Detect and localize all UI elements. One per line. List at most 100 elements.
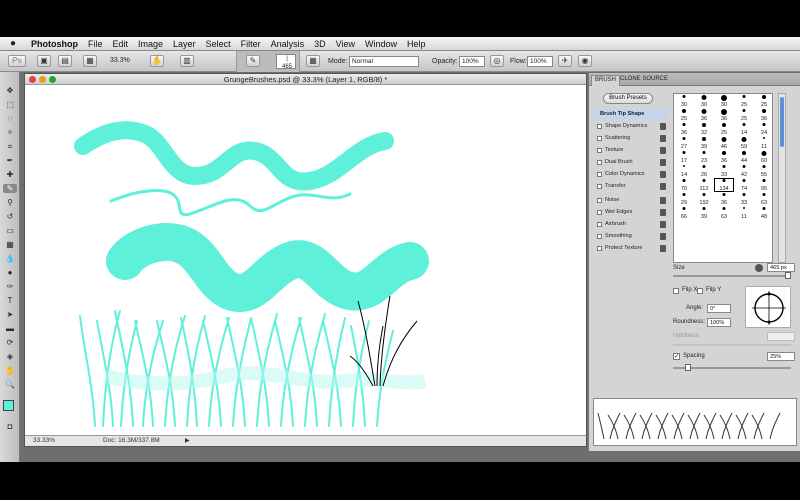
brush-tip[interactable]: 29 xyxy=(674,192,694,206)
opacity-input[interactable]: 100% xyxy=(459,56,485,67)
canvas[interactable] xyxy=(25,86,586,436)
brush-tip[interactable]: 36 xyxy=(754,108,774,122)
option-shape-dynamics[interactable]: Shape Dynamics xyxy=(594,121,668,132)
size-slider-handle[interactable] xyxy=(785,272,791,279)
option-dual-brush[interactable]: Dual Brush xyxy=(594,157,668,168)
lock-icon[interactable] xyxy=(660,183,666,190)
brush-tip[interactable]: 36 xyxy=(714,192,734,206)
status-menu-arrow-icon[interactable]: ▶ xyxy=(185,436,190,446)
option-checkbox[interactable] xyxy=(597,234,602,239)
size-input[interactable]: 465 px xyxy=(767,263,795,272)
brush-tip[interactable]: 63 xyxy=(714,206,734,220)
option-checkbox[interactable] xyxy=(597,136,602,141)
brush-tip[interactable]: 36 xyxy=(714,150,734,164)
lock-icon[interactable] xyxy=(660,209,666,216)
document-title-bar[interactable]: GrungeBrushes.psd @ 33.3% (Layer 1, RGB/… xyxy=(25,74,586,85)
option-checkbox[interactable] xyxy=(597,246,602,251)
lock-icon[interactable] xyxy=(660,159,666,166)
roundness-input[interactable]: 100% xyxy=(707,318,731,327)
brush-tool-icon[interactable]: ✎ xyxy=(246,55,260,67)
option-transfer[interactable]: Transfer xyxy=(594,181,668,192)
healing-tool-icon[interactable]: ✚ xyxy=(3,170,17,179)
brush-tip[interactable]: 48 xyxy=(754,206,774,220)
arrange-icon[interactable]: ▥ xyxy=(180,55,194,67)
brush-tip[interactable]: 14 xyxy=(674,164,694,178)
angle-input[interactable]: 0° xyxy=(707,304,731,313)
menu-photoshop[interactable]: Photoshop xyxy=(26,39,83,49)
option-checkbox[interactable] xyxy=(597,184,602,189)
pen-tool-icon[interactable]: ✑ xyxy=(3,282,17,291)
3d-rotate-tool-icon[interactable]: ⟳ xyxy=(3,338,17,347)
history-brush-tool-icon[interactable]: ↺ xyxy=(3,212,17,221)
foreground-color-swatch[interactable] xyxy=(3,400,14,411)
status-zoom[interactable]: 33.33% xyxy=(33,436,55,446)
eraser-tool-icon[interactable]: ▭ xyxy=(3,226,17,235)
brush-tip[interactable]: 30 xyxy=(714,94,734,108)
flip-y-checkbox[interactable] xyxy=(697,288,703,294)
menu-edit[interactable]: Edit xyxy=(108,39,134,49)
option-checkbox[interactable] xyxy=(597,160,602,165)
brush-tip[interactable]: 27 xyxy=(674,136,694,150)
brush-tip[interactable]: 36 xyxy=(714,108,734,122)
spacing-input[interactable]: 25% xyxy=(767,352,795,361)
menu-file[interactable]: File xyxy=(83,39,108,49)
lock-icon[interactable] xyxy=(660,171,666,178)
brush-tip[interactable]: 24 xyxy=(754,122,774,136)
brush-tip[interactable]: 23 xyxy=(694,150,714,164)
view-extras-icon[interactable]: ▦ xyxy=(83,55,97,67)
dodge-tool-icon[interactable]: ● xyxy=(3,268,17,277)
quick-select-tool-icon[interactable]: ✧ xyxy=(3,128,17,137)
gradient-tool-icon[interactable]: ▦ xyxy=(3,240,17,249)
lock-icon[interactable] xyxy=(660,135,666,142)
brush-tip[interactable]: 25 xyxy=(754,94,774,108)
option-airbrush[interactable]: Airbrush xyxy=(594,219,668,230)
option-scattering[interactable]: Scattering xyxy=(594,133,668,144)
brush-tip[interactable]: 30 xyxy=(694,94,714,108)
lasso-tool-icon[interactable]: ◌ xyxy=(3,114,17,123)
quick-mask-icon[interactable]: ◘ xyxy=(3,422,17,431)
option-checkbox[interactable] xyxy=(597,222,602,227)
flip-x-checkbox[interactable] xyxy=(673,288,679,294)
brush-tip[interactable]: 46 xyxy=(714,136,734,150)
path-select-tool-icon[interactable]: ➤ xyxy=(3,310,17,319)
reset-size-icon[interactable] xyxy=(755,264,763,272)
opacity-pressure-icon[interactable]: ◎ xyxy=(490,55,504,67)
option-protect-texture[interactable]: Protect Texture xyxy=(594,243,668,254)
brush-tip[interactable]: 134 xyxy=(714,178,734,192)
option-checkbox[interactable] xyxy=(597,198,602,203)
brush-tip[interactable]: 11 xyxy=(734,206,754,220)
crop-tool-icon[interactable]: ⌗ xyxy=(3,142,17,151)
brush-tip[interactable]: 30 xyxy=(674,94,694,108)
airbrush-icon[interactable]: ✈ xyxy=(558,55,572,67)
lock-icon[interactable] xyxy=(660,147,666,154)
tab-brush[interactable]: BRUSH xyxy=(591,75,621,86)
bridge-icon[interactable]: ▣ xyxy=(37,55,51,67)
brush-tool-icon-active[interactable]: ✎ xyxy=(3,184,17,193)
option-checkbox[interactable] xyxy=(597,124,602,129)
brush-tip[interactable]: 25 xyxy=(714,122,734,136)
mode-select[interactable]: Normal xyxy=(349,56,419,67)
spacing-slider-handle[interactable] xyxy=(685,364,691,371)
clone-stamp-tool-icon[interactable]: ⚲ xyxy=(3,198,17,207)
tip-grid-scrollbar[interactable] xyxy=(778,93,786,263)
option-wet-edges[interactable]: Wet Edges xyxy=(594,207,668,218)
lock-icon[interactable] xyxy=(660,233,666,240)
hand-icon[interactable]: ✋ xyxy=(150,55,164,67)
close-window-button[interactable] xyxy=(29,76,36,83)
brush-tip[interactable]: 192 xyxy=(694,192,714,206)
eyedropper-tool-icon[interactable]: ✒ xyxy=(3,156,17,165)
blur-tool-icon[interactable]: 💧 xyxy=(3,254,17,263)
option-texture[interactable]: Texture xyxy=(594,145,668,156)
menu-analysis[interactable]: Analysis xyxy=(266,39,310,49)
3d-camera-tool-icon[interactable]: ◈ xyxy=(3,352,17,361)
size-slider-track[interactable] xyxy=(673,275,791,277)
lock-icon[interactable] xyxy=(660,245,666,252)
brush-tip[interactable]: 39 xyxy=(694,136,714,150)
brush-tip[interactable]: 55 xyxy=(754,164,774,178)
brush-tip[interactable]: 26 xyxy=(694,164,714,178)
brush-tip[interactable]: 74 xyxy=(734,178,754,192)
marquee-tool-icon[interactable]: ⬚ xyxy=(3,100,17,109)
brush-tip[interactable]: 39 xyxy=(694,206,714,220)
option-checkbox[interactable] xyxy=(597,172,602,177)
brush-tip[interactable]: 17 xyxy=(674,150,694,164)
